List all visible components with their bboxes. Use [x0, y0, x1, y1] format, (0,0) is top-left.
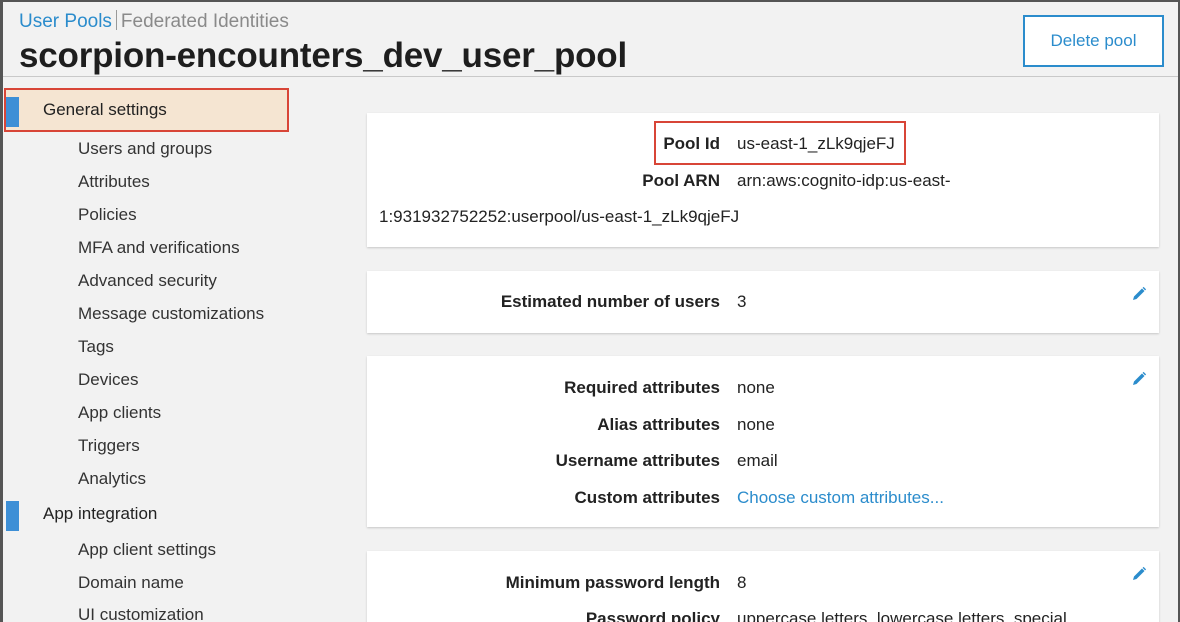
alias-attributes-label: Alias attributes: [597, 415, 720, 434]
password-policy-label: Password policy: [585, 609, 720, 622]
attributes-card: Required attributes none Alias attribute…: [367, 356, 1159, 527]
sidebar: General settings Users and groups Attrib…: [3, 78, 343, 622]
sidebar-item-ui-customization[interactable]: UI customization: [78, 605, 204, 622]
estimated-users-value: 3: [737, 292, 747, 311]
required-attributes-value: none: [737, 378, 775, 397]
sidebar-item-tags[interactable]: Tags: [78, 337, 114, 357]
page-header: User Pools Federated Identities scorpion-…: [3, 2, 1178, 77]
pencil-icon[interactable]: [1131, 371, 1147, 387]
minimum-password-length-label: Minimum password length: [505, 573, 720, 592]
pool-info-card: Pool Id us-east-1_zLk9qjeFJ Pool ARN arn…: [367, 113, 1159, 247]
estimated-users-label: Estimated number of users: [500, 292, 720, 311]
pencil-icon[interactable]: [1131, 286, 1147, 302]
pool-arn-label: Pool ARN: [642, 171, 720, 190]
pool-id-label: Pool Id: [663, 134, 720, 153]
breadcrumb-federated-identities[interactable]: Federated Identities: [121, 11, 289, 32]
delete-pool-button[interactable]: Delete pool: [1023, 15, 1164, 67]
breadcrumb-user-pools[interactable]: User Pools: [19, 11, 112, 32]
password-policy-value: uppercase letters, lowercase letters, sp…: [737, 609, 1067, 622]
breadcrumb-separator: [115, 10, 117, 30]
username-attributes-value: email: [737, 451, 778, 470]
section-indicator-bar: [6, 501, 19, 531]
pool-arn-value-continued: 1:931932752252:userpool/us-east-1_zLk9qj…: [379, 207, 740, 226]
sidebar-section-general-settings[interactable]: General settings: [3, 88, 293, 132]
section-indicator-bar: [6, 97, 19, 127]
sidebar-item-devices[interactable]: Devices: [78, 370, 138, 390]
sidebar-item-advanced-security[interactable]: Advanced security: [78, 271, 217, 291]
sidebar-item-domain-name[interactable]: Domain name: [78, 573, 184, 593]
sidebar-item-users-and-groups[interactable]: Users and groups: [78, 139, 212, 159]
sidebar-section-app-integration[interactable]: App integration: [3, 492, 293, 534]
sidebar-item-policies[interactable]: Policies: [78, 205, 137, 225]
custom-attributes-label: Custom attributes: [574, 488, 720, 507]
sidebar-item-app-clients[interactable]: App clients: [78, 403, 161, 423]
pencil-icon[interactable]: [1131, 566, 1147, 582]
password-policy-card: Minimum password length 8 Password polic…: [367, 551, 1159, 622]
alias-attributes-value: none: [737, 415, 775, 434]
sidebar-item-mfa-and-verifications[interactable]: MFA and verifications: [78, 238, 240, 258]
sidebar-item-app-client-settings[interactable]: App client settings: [78, 540, 216, 560]
page-title: scorpion-encounters_dev_user_pool: [19, 36, 628, 75]
pool-id-value: us-east-1_zLk9qjeFJ: [737, 134, 895, 153]
breadcrumb: User Pools Federated Identities: [19, 10, 289, 33]
sidebar-item-message-customizations[interactable]: Message customizations: [78, 304, 264, 324]
sidebar-section-label: General settings: [43, 100, 167, 119]
sidebar-item-analytics[interactable]: Analytics: [78, 469, 146, 489]
estimated-users-card: Estimated number of users 3: [367, 271, 1159, 333]
sidebar-item-triggers[interactable]: Triggers: [78, 436, 140, 456]
choose-custom-attributes-link[interactable]: Choose custom attributes...: [737, 488, 944, 508]
minimum-password-length-value: 8: [737, 573, 747, 592]
sidebar-item-attributes[interactable]: Attributes: [78, 172, 150, 192]
required-attributes-label: Required attributes: [564, 378, 720, 397]
pool-arn-value: arn:aws:cognito-idp:us-east-: [737, 171, 951, 190]
username-attributes-label: Username attributes: [555, 451, 720, 470]
sidebar-section-label: App integration: [43, 504, 158, 523]
